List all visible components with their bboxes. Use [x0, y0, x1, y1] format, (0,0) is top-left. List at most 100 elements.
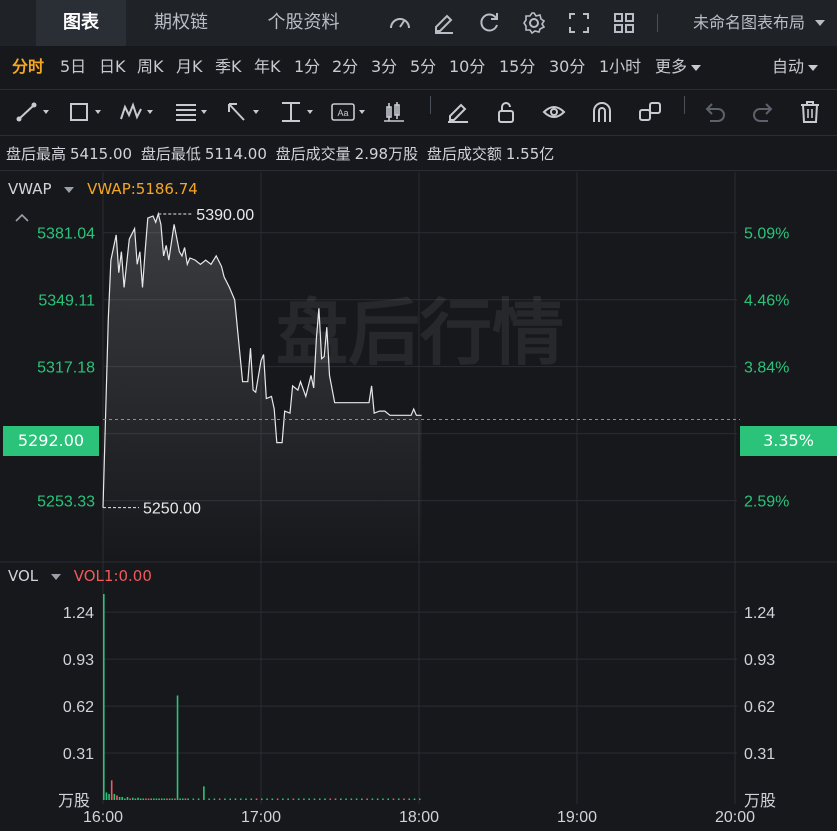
volume-bar — [121, 796, 124, 800]
max-price-label: 5390.00 — [196, 207, 254, 224]
volume-bar — [134, 798, 137, 800]
volume-bar — [155, 798, 158, 800]
volume-bar — [408, 798, 411, 800]
y-tick-label: 5381.04 — [37, 226, 95, 243]
volume-bar — [355, 798, 358, 800]
y-tick-label-right: 3.84% — [744, 360, 789, 377]
volume-bar — [397, 798, 400, 800]
volume-bar — [234, 798, 237, 800]
vol-name: VOL — [8, 567, 39, 585]
volume-bar — [174, 798, 176, 800]
volume-bar — [116, 795, 118, 800]
vol-indicator[interactable]: VOL VOL1:0.00 — [8, 567, 152, 585]
vwap-value: VWAP:5186.74 — [87, 180, 198, 198]
volume-bar — [168, 798, 171, 800]
y-tick-label: 5253.33 — [37, 494, 95, 511]
volume-bar — [118, 796, 121, 800]
volume-bar — [376, 798, 379, 800]
vol-tick-label: 0.93 — [63, 652, 94, 669]
y-tick-label: 5349.11 — [38, 293, 95, 310]
volume-bar — [334, 798, 337, 800]
volume-bar — [413, 798, 416, 800]
vol-tick-label: 1.24 — [63, 605, 94, 622]
volume-bar — [366, 798, 368, 800]
volume-bar — [287, 798, 289, 800]
chevron-down-icon[interactable] — [64, 186, 75, 193]
current-price-badge: 5292.00 — [3, 426, 99, 456]
price-chart[interactable]: 盘后行情 5390.005250.00 5381.04 5.09%5349.11 4… — [0, 0, 837, 831]
volume-bar — [350, 798, 353, 800]
x-tick-label: 19:00 — [557, 809, 597, 826]
x-tick-label: 16:00 — [83, 809, 123, 826]
volume-bar — [147, 798, 150, 800]
volume-bar — [153, 798, 155, 800]
vwap-name: VWAP — [8, 180, 52, 198]
volume-bar — [203, 786, 205, 800]
volume-bar — [276, 798, 279, 800]
volume-bar — [239, 798, 242, 800]
volume-bar — [261, 798, 263, 800]
volume-bar — [308, 798, 310, 800]
volume-bar — [163, 798, 166, 800]
volume-bar — [110, 780, 113, 800]
volume-bar — [192, 798, 195, 800]
volume-bar — [229, 798, 231, 800]
volume-bar — [266, 798, 268, 800]
vol-tick-label-right: 0.31 — [744, 746, 775, 763]
volume-bar — [313, 798, 316, 800]
volume-bar — [176, 695, 179, 800]
volume-bar — [150, 798, 152, 800]
volume-bar — [126, 796, 129, 800]
volume-bar — [345, 798, 347, 800]
volume-bar — [218, 798, 221, 800]
volume-bar — [371, 798, 374, 800]
volume-bar — [145, 798, 147, 800]
volume-bar — [179, 798, 181, 800]
y-tick-label-right: 2.59% — [744, 494, 789, 511]
volume-bar — [158, 798, 160, 800]
vol-unit-label: 万股 — [58, 791, 90, 810]
y-tick-label: 5317.18 — [37, 360, 95, 377]
volume-bar — [250, 798, 253, 800]
vol-tick-label-right: 0.62 — [744, 699, 775, 716]
volume-bar — [160, 798, 163, 800]
volume-series — [103, 594, 421, 800]
volume-bar — [166, 798, 168, 800]
volume-bar — [361, 798, 363, 800]
volume-bar — [419, 798, 421, 800]
vwap-indicator[interactable]: VWAP VWAP:5186.74 — [8, 180, 198, 198]
vol-unit-label-right: 万股 — [744, 791, 776, 810]
price-series: 5390.00 5250.00 — [102, 207, 740, 560]
volume-bar — [387, 798, 389, 800]
volume-bar — [187, 798, 189, 800]
volume-bar — [340, 798, 342, 800]
volume-bar — [318, 798, 321, 800]
volume-bar — [245, 798, 247, 800]
volume-bar — [208, 798, 210, 800]
volume-bar — [213, 798, 216, 800]
collapse-icon[interactable] — [14, 212, 30, 224]
min-price-label: 5250.00 — [143, 501, 201, 518]
volume-bar — [382, 798, 384, 800]
volume-bar — [255, 798, 258, 800]
volume-bar — [124, 798, 126, 800]
volume-bar — [303, 798, 305, 800]
volume-bar — [403, 798, 405, 800]
volume-bar — [224, 798, 226, 800]
volume-bar — [271, 798, 274, 800]
vol-tick-label-right: 0.93 — [744, 652, 775, 669]
volume-bar — [297, 798, 300, 800]
volume-bar — [131, 797, 134, 800]
chevron-down-icon[interactable] — [50, 573, 61, 580]
volume-bar — [282, 798, 284, 800]
current-pct-badge: 3.35% — [740, 426, 837, 456]
volume-bar — [142, 798, 145, 800]
y-tick-label-right: 5.09% — [744, 226, 789, 243]
volume-bar — [108, 793, 110, 800]
volume-bar — [129, 798, 131, 800]
volume-bar — [324, 798, 326, 800]
x-tick-label: 20:00 — [715, 809, 755, 826]
volume-bar — [105, 792, 108, 800]
volume-bar — [197, 798, 200, 800]
vol-tick-label-right: 1.24 — [744, 605, 775, 622]
